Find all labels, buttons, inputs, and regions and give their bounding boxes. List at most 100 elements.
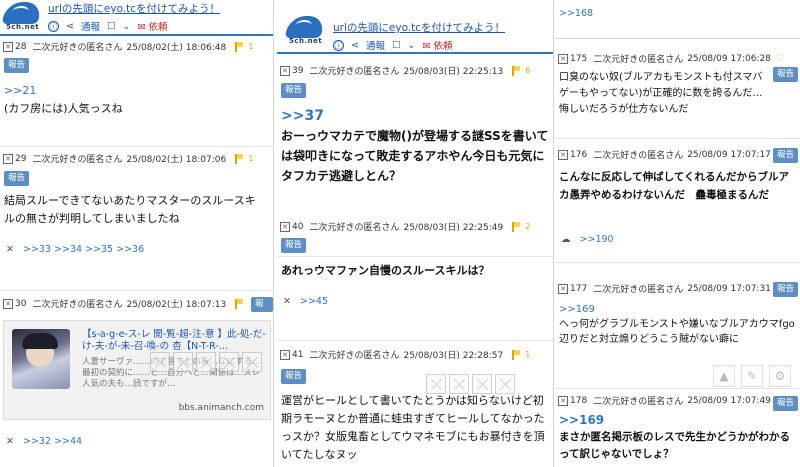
flag-icon[interactable]: ✕ — [558, 53, 568, 64]
reply-link[interactable]: >>32 — [23, 436, 51, 447]
post-divider — [555, 388, 800, 389]
post-date: 25/08/03(日) 22:25:13 — [403, 67, 504, 77]
post-header: ✕176 二次元好きの匿名さん 25/08/09 17:07:17 ♡5 — [558, 146, 797, 163]
anchor-link[interactable]: >>169 — [559, 302, 795, 317]
post-body: >>169 へっ何がグラブルモンストや嫌いなブルアカウマfgo辺りだと対立煽りど… — [559, 302, 795, 347]
flag-icon[interactable]: ✕ — [558, 149, 568, 160]
post-number[interactable]: 40 — [292, 222, 303, 232]
post-number[interactable]: 39 — [292, 66, 303, 76]
post-body: 口臭のない奴(ブルアカもモンストも付スマバゲーもやってない)が正確的に数を誇るん… — [559, 72, 763, 115]
reply-links: ✕ >>33 >>34 >>35 >>36 — [6, 244, 144, 255]
report-site-button[interactable]: 通報 — [366, 38, 385, 52]
share-icon[interactable]: ⋖ — [351, 40, 359, 51]
anchor-link[interactable]: >>21 — [4, 82, 266, 100]
reply-link[interactable]: >>35 — [85, 244, 113, 255]
flag-icon[interactable]: ✕ — [280, 349, 290, 360]
toolbar: ⓘ ⋖ 通報 ☐ ⌄ ✉ 依頼 — [48, 19, 220, 33]
post-number[interactable]: 175 — [570, 54, 587, 64]
post-number[interactable]: 29 — [15, 154, 26, 164]
poster-name: 二次元好きの匿名さん — [593, 397, 684, 407]
flag-icon[interactable]: ✕ — [3, 41, 13, 52]
share-icon[interactable]: ⋖ — [66, 21, 74, 32]
flag-icon[interactable]: ✕ — [280, 221, 290, 232]
bookmark-icon[interactable]: ☐ — [107, 21, 116, 32]
tip-link[interactable]: urlの先頭にeyo.tcを付けてみよう！ — [333, 20, 505, 35]
report-button[interactable]: 報告 — [281, 369, 307, 384]
report-button[interactable]: 報告 — [4, 171, 30, 186]
site-logo[interactable]: 5ch.net — [284, 16, 326, 46]
poster-name: 二次元好きの匿名さん — [309, 67, 400, 77]
header-divider — [555, 38, 800, 39]
settings-icon[interactable]: ⚙ — [769, 365, 791, 387]
anchor-link[interactable]: >>37 — [281, 106, 551, 126]
preview-title[interactable]: 【s-a-g-e-ス-レ 閲-覧-超-注-意 】此-処-だ-け-夫-が-未-召-… — [82, 329, 268, 353]
flag-icon[interactable]: ✕ — [280, 65, 290, 76]
info-icon[interactable]: ⓘ — [333, 39, 344, 51]
post-number[interactable]: 178 — [570, 396, 587, 406]
post-body: >>169 まさか匿名掲示板のレスで先生かどうかがわかるって訳じゃないでしょ？ — [559, 412, 795, 463]
post-date: 25/08/02(土) 18:07:13 — [126, 300, 227, 310]
chevron-down-icon[interactable]: ⌄ — [408, 40, 416, 51]
scroll-up-icon[interactable]: ▲ — [713, 365, 735, 387]
bookmark-flag-icon[interactable] — [235, 153, 244, 164]
post-number[interactable]: 41 — [292, 350, 303, 360]
report-button[interactable]: 報告 — [773, 396, 799, 411]
post-text: (カフ房には)人気っスね — [4, 102, 123, 115]
post-number[interactable]: 30 — [15, 299, 26, 309]
site-logo[interactable]: 5ch.net — [1, 2, 43, 32]
report-button[interactable]: 報告 — [4, 58, 30, 73]
bookmark-flag-icon[interactable] — [512, 349, 521, 360]
reply-count: 6 — [525, 66, 531, 75]
report-button[interactable]: 報告 — [281, 238, 307, 253]
post-divider — [0, 146, 273, 147]
reply-link[interactable]: >>190 — [580, 234, 614, 245]
spam-request-button[interactable]: ✉ 依頼 — [422, 38, 452, 52]
reply-link[interactable]: >>44 — [54, 436, 82, 447]
post-divider — [555, 138, 800, 139]
bookmark-flag-icon[interactable] — [235, 298, 244, 309]
reply-link[interactable]: >>33 — [23, 244, 51, 255]
flag-icon[interactable]: ✕ — [558, 283, 568, 294]
report-site-button[interactable]: 通報 — [81, 19, 100, 33]
reply-links: ✕ >>45 — [283, 296, 328, 307]
tip-link[interactable]: urlの先頭にeyo.tcを付けてみよう！ — [48, 1, 220, 16]
post-divider — [277, 256, 553, 257]
anchor-link[interactable]: >>169 — [559, 412, 795, 429]
reply-count: 1 — [248, 42, 254, 51]
flag-icon[interactable]: ✕ — [3, 153, 13, 164]
heart-icon[interactable]: ♡ — [776, 53, 785, 64]
post-number[interactable]: 28 — [15, 42, 26, 52]
reply-links: ☁ >>190 — [561, 234, 614, 245]
post-number[interactable]: 176 — [570, 150, 587, 160]
bookmark-flag-icon[interactable] — [235, 41, 244, 52]
reply-link[interactable]: >>36 — [116, 244, 144, 255]
post-number[interactable]: 177 — [570, 284, 587, 294]
post-header: ✕ 41 二次元好きの匿名さん 25/08/03(日) 22:28:57 1 — [280, 346, 550, 363]
reply-link[interactable]: >>45 — [300, 296, 328, 307]
flag-icon[interactable]: ✕ — [558, 395, 568, 406]
report-button[interactable]: 報告 — [251, 297, 273, 324]
post-date: 25/08/09 17:07:31 — [687, 283, 771, 294]
preview-thumbnail — [12, 329, 70, 389]
post-header: ✕177 二次元好きの匿名さん 25/08/09 17:07:31 ♥2 — [558, 280, 797, 297]
bookmark-icon[interactable]: ☐ — [392, 40, 401, 51]
bookmark-flag-icon[interactable] — [512, 65, 521, 76]
post-date: 25/08/02(土) 18:07:06 — [126, 155, 227, 165]
post-date: 25/08/03(日) 22:28:57 — [403, 351, 504, 361]
reply-icon: ✕ — [6, 436, 14, 447]
post-header: ✕ 40 二次元好きの匿名さん 25/08/03(日) 22:25:49 2 — [280, 218, 550, 235]
report-button[interactable]: 報告 — [773, 282, 799, 297]
spam-request-button[interactable]: ✉ 依頼 — [137, 19, 167, 33]
chevron-down-icon[interactable]: ⌄ — [123, 21, 131, 32]
reply-link[interactable]: >>34 — [54, 244, 82, 255]
report-button[interactable]: 報告 — [773, 67, 799, 82]
edit-icon[interactable]: ✎ — [741, 365, 763, 387]
report-button[interactable]: 報告 — [281, 83, 307, 98]
bookmark-flag-icon[interactable] — [512, 221, 521, 232]
top-anchor-link[interactable]: >>168 — [559, 8, 593, 19]
flag-icon[interactable]: ✕ — [3, 298, 13, 309]
reply-count: 1 — [525, 350, 531, 359]
post-date: 25/08/09 17:06:28 — [687, 53, 771, 64]
info-icon[interactable]: ⓘ — [48, 20, 59, 32]
report-button[interactable]: 報告 — [773, 148, 799, 163]
